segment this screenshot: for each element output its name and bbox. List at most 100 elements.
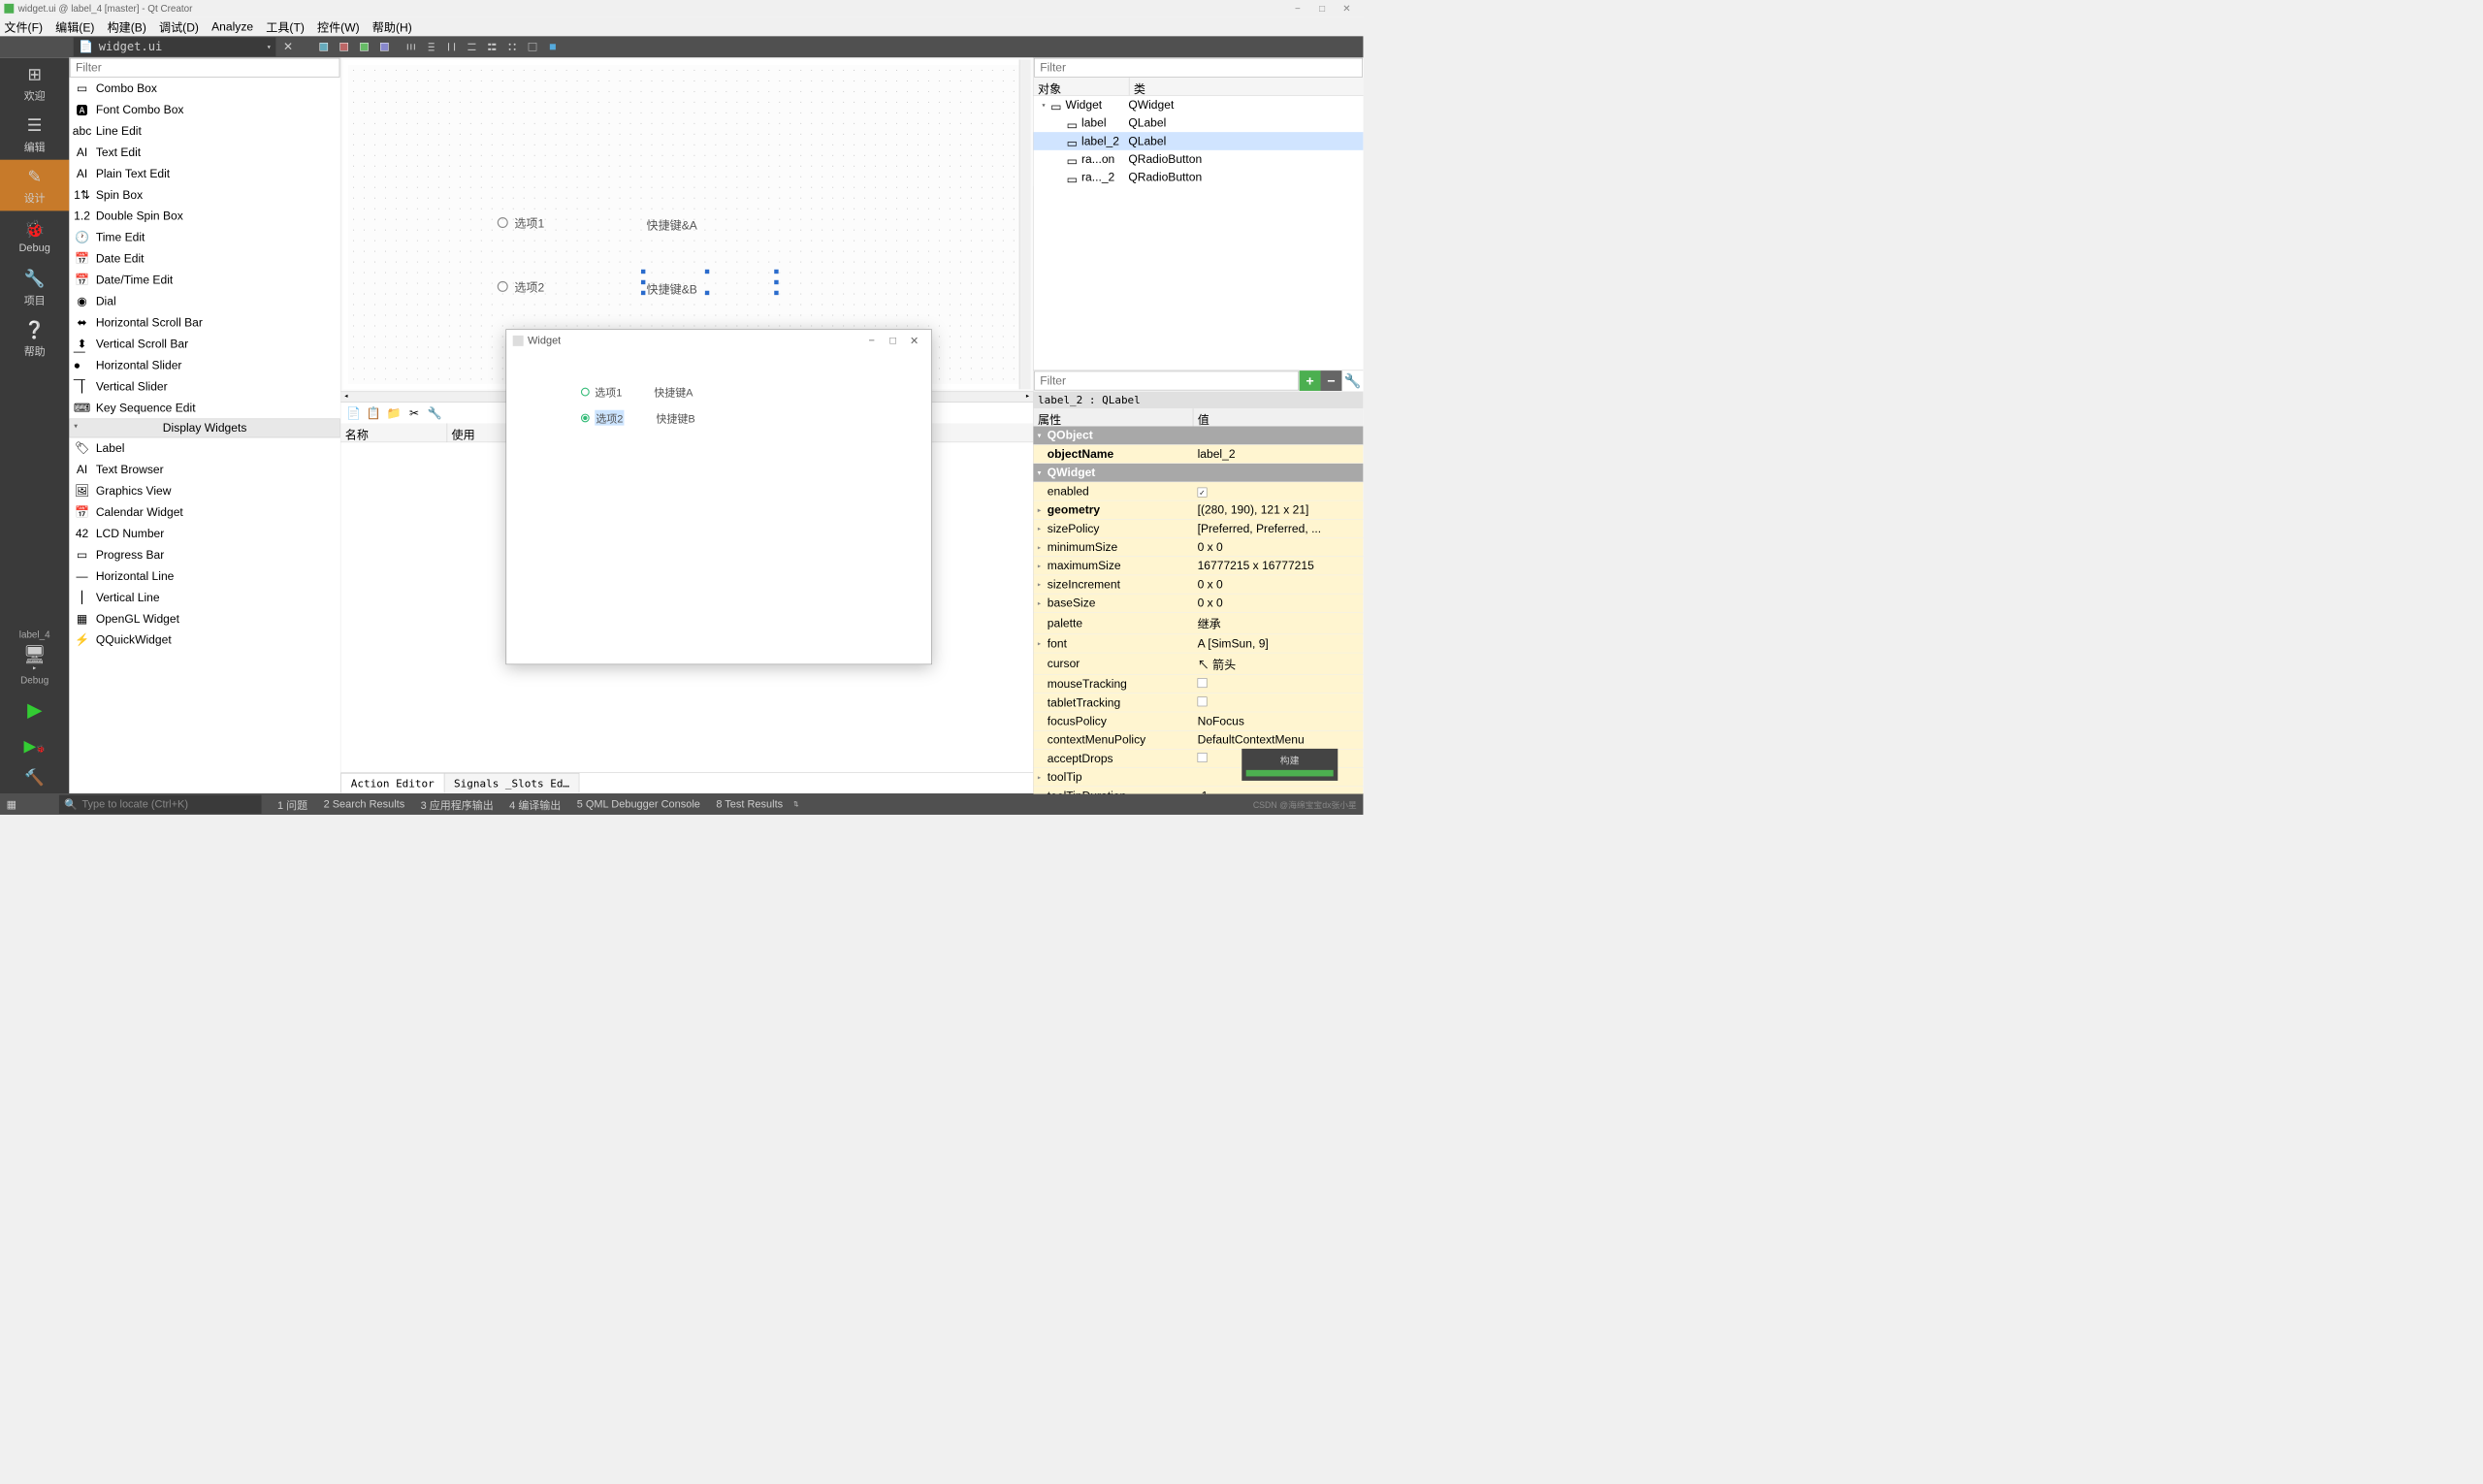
object-row[interactable]: ▾▭WidgetQWidget [1034,96,1364,114]
col-name[interactable]: 名称 [340,423,447,441]
widget-item[interactable]: ⬌Horizontal Scroll Bar [69,312,339,334]
menu-tools[interactable]: 工具(T) [266,18,305,36]
status-tests[interactable]: 8 Test Results [716,798,783,811]
widget-item[interactable]: ⬍Vertical Scroll Bar [69,334,339,355]
widget-item[interactable]: —Horizontal Line [69,565,339,587]
layout-hsplit-icon[interactable] [443,39,461,56]
property-row[interactable]: focusPolicyNoFocus [1034,712,1364,730]
layout-h-icon[interactable] [403,39,420,56]
status-app-output[interactable]: 3 应用程序输出 [421,796,494,812]
build-progress-popup[interactable]: 构建 [1242,749,1338,781]
col-value[interactable]: 值 [1193,408,1363,427]
widget-item[interactable]: 🏷Label [69,437,339,459]
widget-item[interactable]: 1⇅Spin Box [69,184,339,206]
property-row[interactable]: cursor↖ 箭头 [1034,653,1364,675]
menu-build[interactable]: 构建(B) [108,18,146,36]
property-row[interactable]: ▸minimumSize0 x 0 [1034,538,1364,557]
object-tree[interactable]: ▾▭WidgetQWidget▭labelQLabel▭label_2QLabe… [1034,96,1364,186]
status-updown-icon[interactable]: ⇅ [793,800,799,808]
status-compile[interactable]: 4 编译输出 [509,796,561,812]
property-filter-input[interactable] [1034,371,1299,391]
add-property-button[interactable]: + [1300,371,1321,391]
mode-projects[interactable]: 🔧项目 [0,262,69,313]
run-debug-button[interactable]: ▶🐞 [24,737,46,756]
edit-signals-icon[interactable] [336,39,353,56]
widget-filter-input[interactable] [70,58,339,78]
property-row[interactable]: ▸sizeIncrement0 x 0 [1034,575,1364,594]
object-row[interactable]: ▭labelQLabel [1034,113,1364,132]
property-list[interactable]: ▾QObjectobjectNamelabel_2▾QWidgetenabled… [1034,427,1364,793]
widget-item[interactable]: 🅰Font Combo Box [69,99,339,120]
close-file-button[interactable]: ✕ [280,40,296,53]
col-object[interactable]: 对象 [1034,78,1130,95]
edit-buddies-icon[interactable] [356,39,373,56]
property-row[interactable]: mouseTracking [1034,675,1364,694]
mode-edit[interactable]: ☰编辑 [0,109,69,160]
mode-help[interactable]: ❔帮助 [0,313,69,365]
menu-widgets[interactable]: 控件(W) [317,18,360,36]
property-row[interactable]: tabletTracking [1034,694,1364,712]
radiobutton-1[interactable]: 选项1 [498,214,544,232]
preview-radio-1[interactable]: 选项1 快捷键A [581,384,856,400]
widget-item[interactable]: 1.2Double Spin Box [69,206,339,227]
widget-item[interactable]: 🖼Graphics View [69,480,339,501]
menu-edit[interactable]: 编辑(E) [55,18,94,36]
widget-item[interactable]: AIText Browser [69,459,339,480]
property-row[interactable]: ▸maximumSize16777215 x 16777215 [1034,557,1364,575]
mode-debug[interactable]: 🐞Debug [0,210,69,262]
widget-item[interactable]: —●—Horizontal Slider [69,355,339,376]
menu-help[interactable]: 帮助(H) [372,18,412,36]
cut-action-icon[interactable]: ✂ [405,404,423,422]
widget-list[interactable]: ▭Combo Box🅰Font Combo BoxabcLine EditAIT… [69,78,339,793]
widget-item[interactable]: 📅Calendar Widget [69,501,339,523]
property-section[interactable]: ▾QWidget [1034,464,1364,482]
property-row[interactable]: toolTipDuration-1 [1034,787,1364,793]
tab-action-editor[interactable]: Action Editor [340,773,444,792]
widget-item[interactable]: ⎮Vertical Line [69,587,339,608]
adjust-size-icon[interactable] [544,39,562,56]
preview-max-button[interactable]: □ [883,335,904,347]
property-row[interactable]: ▸sizePolicy[Preferred, Preferred, ... [1034,520,1364,538]
mode-welcome[interactable]: ⊞欢迎 [0,57,69,109]
property-row[interactable]: contextMenuPolicyDefaultContextMenu [1034,731,1364,750]
maximize-button[interactable]: □ [1310,0,1335,17]
status-search[interactable]: 2 Search Results [324,798,405,811]
property-row[interactable]: objectNamelabel_2 [1034,445,1364,464]
layout-grid-icon[interactable] [503,39,521,56]
close-button[interactable]: ✕ [1335,0,1359,17]
kit-selector[interactable]: label_4 🖥 ▸ Debug [19,627,50,690]
property-row[interactable]: ▸geometry[(280, 190), 121 x 21] [1034,500,1364,519]
widget-item[interactable]: ⎮Vertical Slider [69,376,339,398]
run-button[interactable]: ▶ [27,698,42,721]
preview-radio-2[interactable]: 选项2 快捷键B [581,410,856,426]
widget-item[interactable]: ▦OpenGL Widget [69,608,339,629]
minimize-button[interactable]: − [1285,0,1309,17]
object-row[interactable]: ▭label_2QLabel [1034,132,1364,150]
open-file-combo[interactable]: 📄 widget.ui ▾ [74,37,276,56]
label-2-selected[interactable]: 快捷键&B [646,280,696,298]
widget-item[interactable]: 🕐Time Edit [69,227,339,248]
edit-widgets-icon[interactable] [315,39,333,56]
preview-window[interactable]: Widget − □ ✕ 选项1 快捷键A 选项2 快捷键B [506,329,932,664]
radiobutton-2[interactable]: 选项2 [498,278,544,296]
layout-v-icon[interactable] [423,39,440,56]
widget-item[interactable]: AIPlain Text Edit [69,163,339,184]
layout-vsplit-icon[interactable] [464,39,481,56]
object-filter-input[interactable] [1034,58,1363,78]
widget-item[interactable]: AIText Edit [69,142,339,163]
label-1[interactable]: 快捷键&A [646,216,696,234]
widget-category-display[interactable]: Display Widgets [69,419,339,438]
menu-analyze[interactable]: Analyze [211,19,253,33]
preview-min-button[interactable]: − [861,335,883,347]
preview-close-button[interactable]: ✕ [904,334,925,347]
menu-debug[interactable]: 调试(D) [159,18,199,36]
widget-item[interactable]: abcLine Edit [69,120,339,142]
build-button[interactable]: 🔨 [24,768,45,787]
widget-item[interactable]: 42LCD Number [69,523,339,544]
property-config-button[interactable]: 🔧 [1341,371,1363,391]
menu-file[interactable]: 文件(F) [4,18,43,36]
widget-item[interactable]: ▭Progress Bar [69,544,339,565]
widget-item[interactable]: ◉Dial [69,291,339,312]
layout-form-icon[interactable] [483,39,500,56]
new-action-icon[interactable]: 📄 [345,404,363,422]
